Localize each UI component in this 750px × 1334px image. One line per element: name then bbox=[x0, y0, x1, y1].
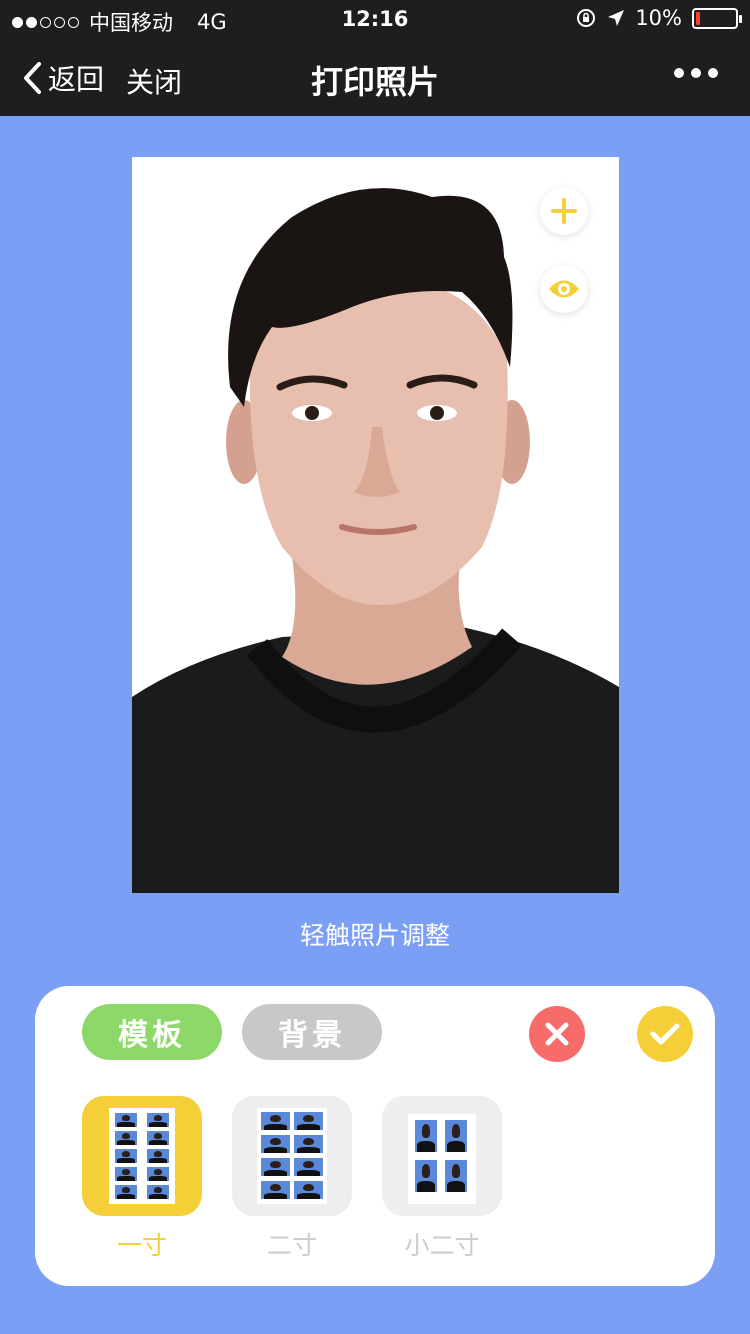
size-thumbnail bbox=[82, 1096, 202, 1216]
print-sheet bbox=[109, 1108, 175, 1204]
plus-icon bbox=[551, 198, 577, 224]
size-option-small-2-inch[interactable]: 小二寸 bbox=[382, 1096, 502, 1262]
back-button[interactable]: 返回 bbox=[22, 58, 104, 98]
adjust-hint: 轻触照片调整 bbox=[299, 921, 450, 950]
location-arrow-icon bbox=[608, 10, 625, 26]
lock-rotation-icon bbox=[577, 9, 596, 27]
back-chevron-icon bbox=[24, 62, 41, 94]
more-dots-icon[interactable] bbox=[674, 68, 718, 78]
print-sheet bbox=[257, 1108, 327, 1204]
size-thumbnail bbox=[232, 1096, 352, 1216]
size-label: 一寸 bbox=[116, 1231, 167, 1260]
close-x-icon bbox=[545, 1022, 569, 1046]
confirm-button[interactable] bbox=[637, 1006, 693, 1062]
cancel-button[interactable] bbox=[529, 1006, 585, 1062]
battery-icon bbox=[692, 7, 742, 29]
back-label: 返回 bbox=[48, 63, 105, 96]
check-icon bbox=[650, 1023, 680, 1045]
preview-button[interactable] bbox=[540, 265, 588, 313]
battery-level bbox=[696, 11, 700, 25]
battery-percent: 10% bbox=[635, 6, 682, 30]
edit-panel: 模板 背景 一寸 二寸 小二寸 bbox=[35, 986, 715, 1286]
portrait-image bbox=[132, 188, 619, 893]
status-right: 10% bbox=[575, 6, 742, 30]
size-thumbnail bbox=[382, 1096, 502, 1216]
size-label: 二寸 bbox=[266, 1231, 317, 1260]
print-sheet bbox=[408, 1114, 476, 1204]
status-bar: 中国移动 4G 12:16 10% bbox=[0, 0, 750, 40]
page-title: 打印照片 bbox=[310, 63, 439, 101]
add-button[interactable] bbox=[540, 187, 588, 235]
size-option-2-inch[interactable]: 二寸 bbox=[232, 1096, 352, 1262]
close-button[interactable]: 关闭 bbox=[126, 61, 182, 101]
tab-background[interactable]: 背景 bbox=[242, 1004, 382, 1060]
size-label: 小二寸 bbox=[404, 1231, 480, 1260]
id-photo[interactable] bbox=[132, 157, 619, 893]
size-option-1-inch[interactable]: 一寸 bbox=[82, 1096, 202, 1262]
nav-bar: 返回 关闭 打印照片 bbox=[0, 40, 750, 116]
tab-template[interactable]: 模板 bbox=[82, 1004, 222, 1060]
eye-icon bbox=[549, 280, 579, 298]
